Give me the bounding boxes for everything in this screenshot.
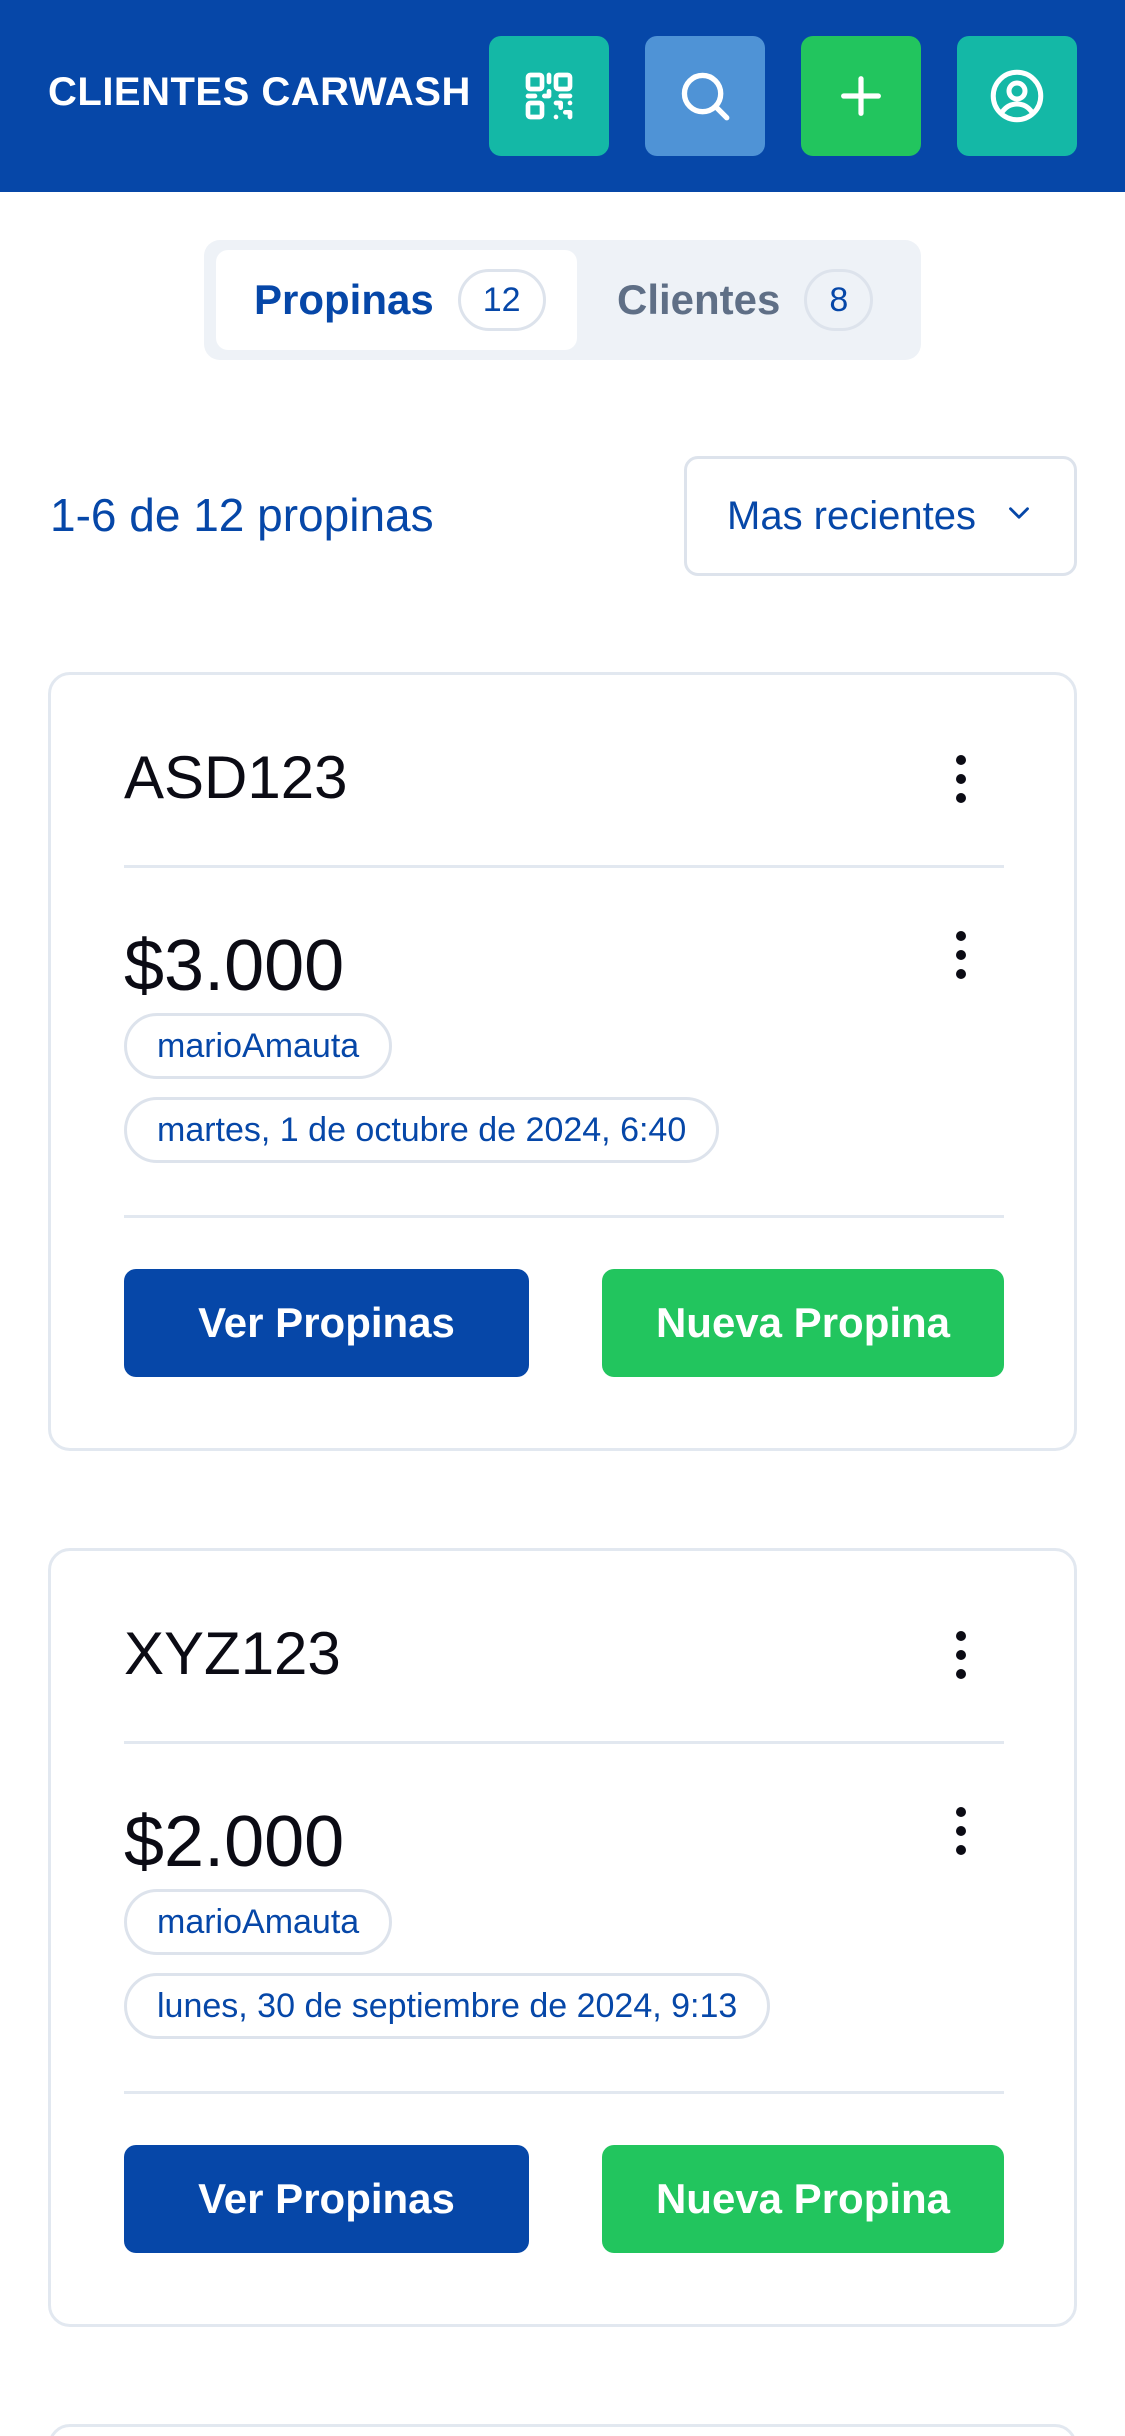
tip-amount: $3.000 bbox=[124, 926, 345, 1006]
user-circle-icon bbox=[990, 69, 1044, 123]
divider bbox=[124, 1741, 1004, 1744]
tab-clientes[interactable]: Clientes 8 bbox=[589, 250, 909, 350]
qr-code-button[interactable] bbox=[489, 36, 609, 156]
tab-label: Propinas bbox=[254, 276, 434, 323]
view-tips-button[interactable]: Ver Propinas bbox=[124, 2145, 529, 2253]
search-button[interactable] bbox=[645, 36, 765, 156]
divider bbox=[124, 1215, 1004, 1218]
tab-propinas[interactable]: Propinas 12 bbox=[216, 250, 577, 350]
new-tip-button[interactable]: Nueva Propina bbox=[602, 1269, 1004, 1377]
user-chip: marioAmauta bbox=[124, 1889, 393, 1955]
tab-switcher: Propinas 12 Clientes 8 bbox=[204, 240, 921, 360]
user-chip: marioAmauta bbox=[124, 1013, 393, 1079]
divider bbox=[124, 865, 1004, 868]
tab-label: Clientes bbox=[617, 276, 781, 323]
app-header: CLIENTES CARWASH bbox=[0, 0, 1125, 192]
qr-code-icon bbox=[525, 72, 573, 120]
date-chip: martes, 1 de octubre de 2024, 6:40 bbox=[124, 1097, 720, 1163]
card-menu-icon[interactable] bbox=[941, 1625, 981, 1685]
tip-card: XYZ123 $2.000 marioAmauta lunes, 30 de s… bbox=[48, 1548, 1077, 2327]
new-tip-button[interactable]: Nueva Propina bbox=[602, 2145, 1004, 2253]
sort-select[interactable]: Mas recientes bbox=[684, 456, 1077, 576]
chevron-down-icon bbox=[1009, 507, 1029, 519]
profile-button[interactable] bbox=[957, 36, 1077, 156]
tip-menu-icon[interactable] bbox=[941, 925, 981, 985]
tip-card bbox=[48, 2424, 1077, 2436]
add-button[interactable] bbox=[801, 36, 921, 156]
results-range-text: 1-6 de 12 propinas bbox=[50, 489, 434, 541]
search-icon bbox=[681, 72, 730, 121]
plus-icon bbox=[841, 76, 881, 116]
date-chip: lunes, 30 de septiembre de 2024, 9:13 bbox=[124, 1973, 771, 2039]
tab-count-badge: 12 bbox=[457, 269, 546, 331]
sort-selected-value: Mas recientes bbox=[727, 493, 976, 538]
view-tips-button[interactable]: Ver Propinas bbox=[124, 1269, 529, 1377]
divider bbox=[124, 2091, 1004, 2094]
tip-menu-icon[interactable] bbox=[941, 1801, 981, 1861]
tip-amount: $2.000 bbox=[124, 1802, 345, 1882]
tab-count-badge: 8 bbox=[804, 269, 874, 331]
license-plate: ASD123 bbox=[124, 744, 348, 811]
tip-card: ASD123 $3.000 marioAmauta martes, 1 de o… bbox=[48, 672, 1077, 1451]
license-plate: XYZ123 bbox=[124, 1620, 341, 1687]
app-title: CLIENTES CARWASH bbox=[48, 70, 471, 114]
card-menu-icon[interactable] bbox=[941, 749, 981, 809]
